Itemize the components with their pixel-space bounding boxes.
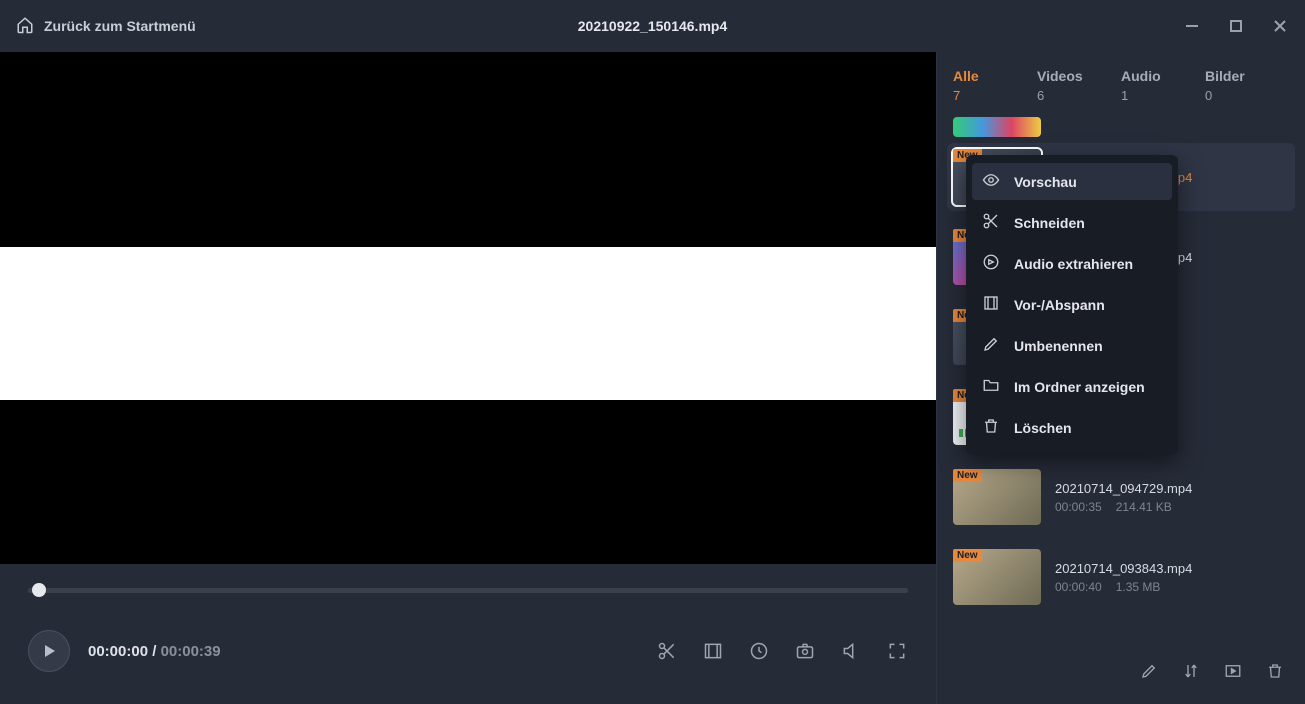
- window-filename: 20210922_150146.mp4: [578, 18, 727, 34]
- ctx-folder[interactable]: Im Ordner anzeigen: [966, 366, 1178, 407]
- cut-icon[interactable]: [656, 640, 678, 662]
- tab-audio[interactable]: Audio1: [1121, 68, 1205, 103]
- sort-button[interactable]: [1181, 661, 1201, 681]
- ctx-cut[interactable]: Schneiden: [966, 202, 1178, 243]
- maximize-button[interactable]: [1227, 17, 1245, 35]
- new-badge: New: [953, 469, 982, 482]
- trash-icon: [982, 417, 1000, 438]
- ctx-trash[interactable]: Löschen: [966, 407, 1178, 448]
- thumbnail-strip: [953, 117, 1041, 137]
- minimize-button[interactable]: [1183, 17, 1201, 35]
- pencil-icon: [982, 335, 1000, 356]
- delete-button[interactable]: [1265, 661, 1285, 681]
- volume-icon[interactable]: [840, 640, 862, 662]
- new-badge: New: [953, 549, 982, 562]
- tab-bilder[interactable]: Bilder0: [1205, 68, 1289, 103]
- film-icon: [982, 294, 1000, 315]
- folder-icon: [982, 376, 1000, 397]
- frames-icon[interactable]: [702, 640, 724, 662]
- export-button[interactable]: [1223, 661, 1243, 681]
- home-icon: [16, 16, 34, 37]
- video-frame-content: [0, 247, 936, 401]
- edit-button[interactable]: [1139, 661, 1159, 681]
- ctx-eye[interactable]: Vorschau: [972, 163, 1172, 200]
- ctx-extract[interactable]: Audio extrahieren: [966, 243, 1178, 284]
- item-meta: 00:00:35214.41 KB: [1055, 500, 1192, 514]
- item-meta: 00:00:401.35 MB: [1055, 580, 1192, 594]
- back-to-start-button[interactable]: Zurück zum Startmenü: [16, 16, 196, 37]
- speed-icon[interactable]: [748, 640, 770, 662]
- seek-thumb[interactable]: [32, 583, 46, 597]
- video-preview[interactable]: [0, 52, 936, 564]
- tab-videos[interactable]: Videos6: [1037, 68, 1121, 103]
- list-item[interactable]: New 20210714_094729.mp4 00:00:35214.41 KB: [947, 463, 1295, 531]
- ctx-pencil[interactable]: Umbenennen: [966, 325, 1178, 366]
- item-name: 20210714_093843.mp4: [1055, 561, 1192, 576]
- list-item[interactable]: New 20210714_093843.mp4 00:00:401.35 MB: [947, 543, 1295, 611]
- close-button[interactable]: [1271, 17, 1289, 35]
- extract-icon: [982, 253, 1000, 274]
- time-display: 00:00:00 / 00:00:39: [88, 643, 221, 660]
- play-button[interactable]: [28, 630, 70, 672]
- thumbnail: New: [953, 469, 1041, 525]
- context-menu[interactable]: VorschauSchneidenAudio extrahierenVor-/A…: [966, 155, 1178, 454]
- eye-icon: [982, 171, 1000, 192]
- ctx-film[interactable]: Vor-/Abspann: [966, 284, 1178, 325]
- snapshot-icon[interactable]: [794, 640, 816, 662]
- cut-icon: [982, 212, 1000, 233]
- back-label: Zurück zum Startmenü: [44, 18, 196, 34]
- thumbnail: New: [953, 549, 1041, 605]
- fullscreen-icon[interactable]: [886, 640, 908, 662]
- tab-alle[interactable]: Alle7: [953, 68, 1037, 103]
- item-name: 20210714_094729.mp4: [1055, 481, 1192, 496]
- seek-bar[interactable]: [28, 576, 908, 608]
